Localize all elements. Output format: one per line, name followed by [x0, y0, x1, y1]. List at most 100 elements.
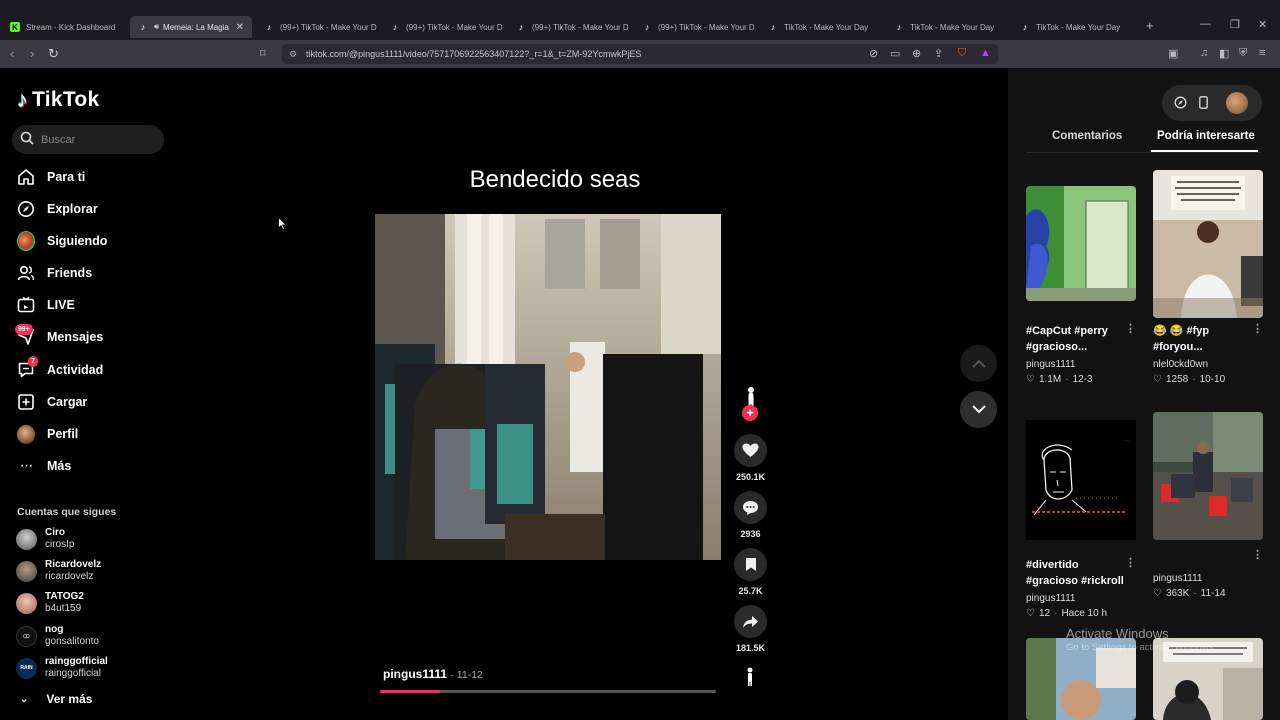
card-user[interactable]: pingus1111	[1026, 593, 1076, 604]
rewards-icon[interactable]: ▲	[980, 47, 991, 59]
more-options-icon[interactable]: ⋮	[1125, 322, 1136, 335]
followed-account[interactable]: TATOG2 b4ut159	[16, 588, 84, 618]
sound-avatar[interactable]	[741, 666, 759, 688]
card-user[interactable]: nlel0ckd0wn	[1153, 359, 1208, 370]
comment-action[interactable]: 2936	[733, 491, 768, 539]
close-window-icon[interactable]: ✕	[1258, 18, 1267, 31]
bookmark-icon[interactable]: ⌑	[260, 47, 266, 60]
card-user[interactable]: pingus1111	[1026, 359, 1076, 370]
close-tab-icon[interactable]: ✕	[236, 22, 244, 33]
share-action[interactable]: 181.5K	[733, 605, 768, 653]
followed-account[interactable]: RAIN rainggofficial rainggofficial	[16, 653, 108, 683]
speaker-icon[interactable]: 🔊︎	[154, 22, 159, 32]
nav-perfil[interactable]: Perfil	[17, 422, 78, 446]
nav-actividad[interactable]: 7 Actividad	[17, 356, 103, 382]
tab-tiktok[interactable]: ♪ (99+) TikTok - Make Your D	[634, 17, 756, 37]
tab-tiktok[interactable]: ♪ TikTok - Make Your Day	[1012, 17, 1134, 37]
panel-icon[interactable]: ◧	[1219, 47, 1229, 60]
save-action[interactable]: 25.7K	[733, 548, 768, 596]
back-icon[interactable]: ‹	[10, 46, 14, 61]
music-icon[interactable]: ♫	[1200, 47, 1208, 59]
bookmark-icon[interactable]	[734, 548, 767, 581]
messages-icon: 99+	[15, 324, 35, 346]
tab-tiktok[interactable]: ♪ TikTok - Make Your Day	[760, 17, 882, 37]
nav-mensajes[interactable]: 99+ Mensajes	[15, 324, 103, 349]
share-arrow-icon[interactable]	[734, 605, 767, 638]
recommended-video-card[interactable]: #CapCut #perry #gracioso... ⋮ pingus1111…	[1026, 186, 1136, 396]
maximize-icon[interactable]: ❐	[1230, 18, 1240, 31]
user-avatar[interactable]	[1226, 92, 1248, 114]
sidebar-toggle-icon[interactable]: ▣	[1168, 47, 1178, 60]
search-box[interactable]	[12, 125, 164, 154]
share-icon[interactable]: ⇪	[934, 47, 943, 60]
nav-cargar[interactable]: Cargar	[17, 390, 87, 414]
card-date: 11-14	[1200, 588, 1226, 599]
forward-icon[interactable]: ›	[30, 46, 34, 61]
comment-icon[interactable]	[734, 491, 767, 524]
compass-small-icon[interactable]	[1174, 96, 1187, 109]
video-player[interactable]	[375, 214, 721, 560]
video-author[interactable]: pingus1111	[383, 667, 447, 681]
video-thumbnail[interactable]	[1026, 186, 1136, 301]
video-thumbnail[interactable]: ···	[1026, 420, 1136, 540]
followed-account[interactable]: Ciro cirosIp	[16, 524, 74, 554]
more-options-icon[interactable]: ⋮	[1125, 556, 1136, 569]
no-tracking-icon[interactable]: ⊘	[869, 47, 878, 60]
friends-icon	[17, 264, 35, 282]
vpn-icon[interactable]: ⛨	[1239, 47, 1247, 60]
screen-icon[interactable]: ▭	[890, 47, 900, 60]
tab-podria-interesarte[interactable]: Podría interesarte	[1157, 130, 1255, 142]
tab-memeia[interactable]: ♪ 🔊︎ Memeia: La Magia ✕	[130, 16, 252, 38]
recommended-video-card[interactable]: ··· #divertido #gracioso #rickroll ⋮ pin…	[1026, 420, 1136, 625]
nav-siguiendo[interactable]: Siguiendo	[17, 229, 107, 253]
tab-tiktok[interactable]: ♪ TikTok - Make Your Day	[886, 17, 1008, 37]
card-user[interactable]: pingus1111	[1153, 573, 1203, 584]
tiktok-icon: ♪	[392, 22, 398, 32]
brave-shield-icon[interactable]: ⛉	[958, 47, 966, 60]
video-progress-bar[interactable]	[380, 690, 716, 693]
nav-mas[interactable]: ··· Más	[17, 454, 72, 478]
minimize-icon[interactable]: —	[1200, 18, 1211, 30]
tab-kick[interactable]: K Stream - Kick Dashboard	[2, 17, 128, 37]
followed-account[interactable]: ꝏ nog gonsalitonto	[16, 621, 99, 651]
upload-icon	[17, 393, 35, 411]
zoom-icon[interactable]: ⊕	[912, 47, 921, 60]
card-date: 12-3	[1072, 374, 1093, 385]
nav-friends[interactable]: Friends	[17, 261, 92, 285]
card-stats: ♡ 1258 · 10-10	[1153, 374, 1225, 385]
more-options-icon[interactable]: ⋮	[1252, 548, 1263, 561]
tiktok-logo[interactable]: ♪ TikTok	[17, 87, 100, 113]
nav-live[interactable]: ▶ LIVE	[17, 293, 75, 317]
heart-icon[interactable]	[734, 434, 767, 467]
video-author-line: pingus1111 · 11-12	[383, 667, 483, 681]
next-video-button[interactable]	[960, 391, 997, 428]
like-action[interactable]: 250.1K	[733, 434, 768, 482]
tab-comentarios[interactable]: Comentarios	[1052, 130, 1122, 142]
video-thumbnail[interactable]	[1153, 412, 1263, 540]
tab-tiktok[interactable]: ♪ (99+) TikTok - Make Your D	[382, 17, 504, 37]
more-options-icon[interactable]: ⋮	[1252, 322, 1263, 335]
followed-account[interactable]: Ricardovelz ricardovelz	[16, 556, 101, 586]
tab-tiktok[interactable]: ♪ (99+) TikTok - Make Your D	[508, 17, 630, 37]
browser-tab-bar: K Stream - Kick Dashboard ♪ 🔊︎ Memeia: L…	[0, 0, 1280, 40]
video-thumbnail[interactable]	[1153, 170, 1263, 318]
nav-para-ti[interactable]: Para ti	[17, 165, 85, 189]
see-more-button[interactable]: ⌄ Ver más	[20, 692, 92, 706]
account-handle: rainggofficial	[45, 668, 101, 679]
previous-video-button[interactable]	[960, 345, 997, 382]
reload-icon[interactable]: ↻	[48, 46, 59, 62]
svg-text:···: ···	[1124, 438, 1130, 444]
new-tab-icon[interactable]: +	[1146, 18, 1154, 33]
tab-title: TikTok - Make Your Day	[784, 22, 869, 32]
account-name: Ricardovelz	[45, 559, 102, 570]
site-info-icon[interactable]: ⚙	[289, 44, 297, 64]
recommended-video-card[interactable]: ⋮ pingus1111 ♡ 363K · 11-14	[1153, 412, 1263, 602]
recommended-video-card[interactable]: 😂 😂 #fyp #foryou... ⋮ nlel0ckd0wn ♡ 1258…	[1153, 170, 1263, 396]
tab-tiktok[interactable]: ♪ (99+) TikTok - Make Your D	[256, 17, 378, 37]
kick-icon: K	[10, 22, 20, 32]
device-icon[interactable]	[1199, 96, 1208, 109]
nav-explorar[interactable]: Explorar	[17, 197, 98, 221]
menu-icon[interactable]: ≡	[1259, 47, 1265, 59]
follow-plus-button[interactable]: +	[742, 405, 758, 421]
search-input[interactable]	[41, 130, 159, 149]
